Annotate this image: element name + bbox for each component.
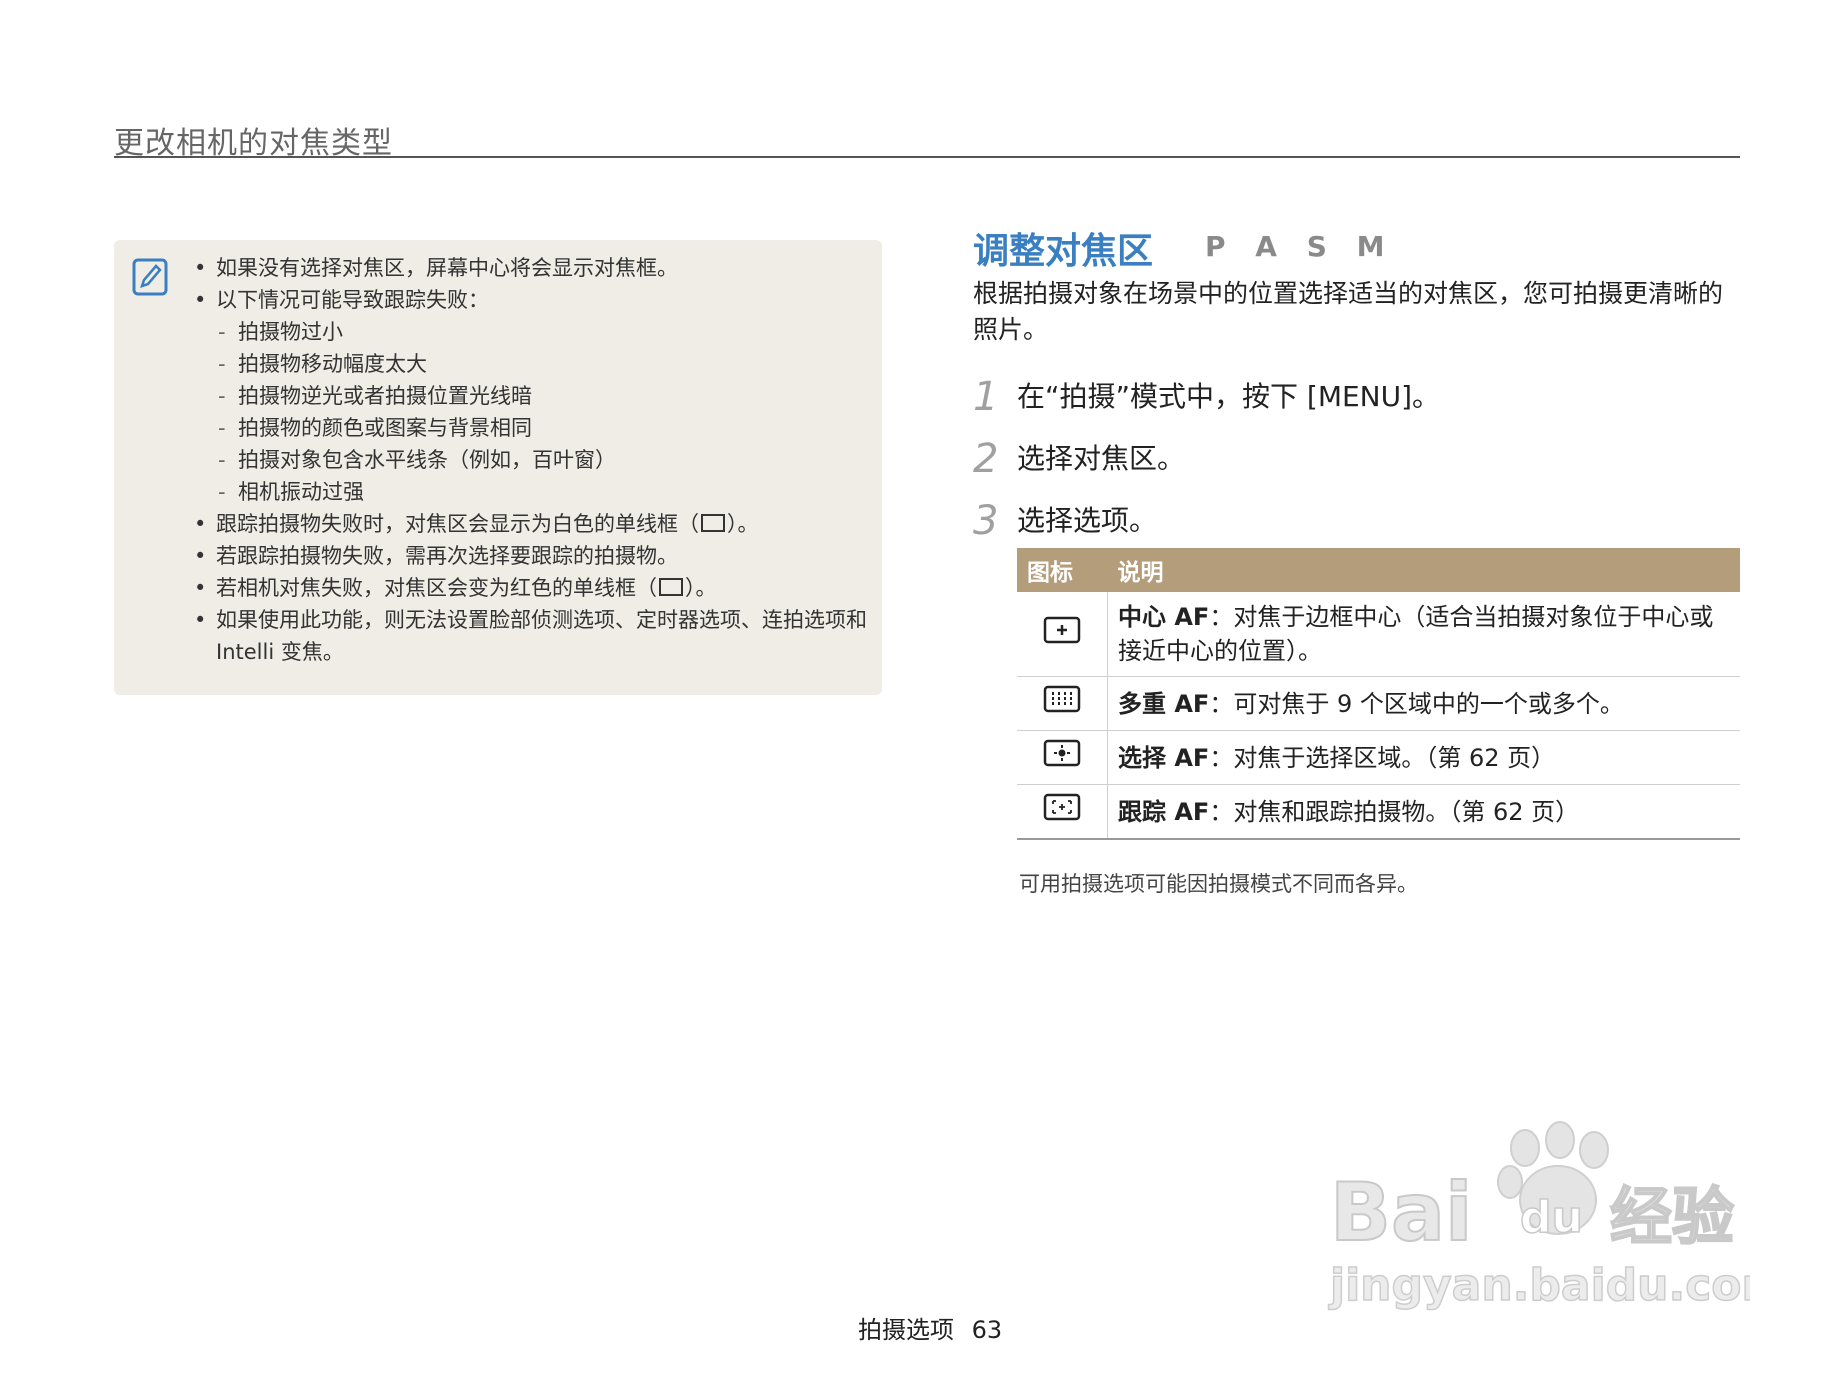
single-frame-icon	[701, 514, 725, 532]
baidu-watermark-logo: Bai du 经验 jingyan.baidu.com	[1327, 1121, 1750, 1312]
table-footnote: 可用拍摄选项可能因拍摄模式不同而各异。	[1019, 872, 1418, 896]
option-term: 跟踪 AF	[1118, 797, 1210, 826]
note-text: 若相机对焦失败，对焦区会变为红色的单线框（	[216, 576, 657, 600]
step-1: 1 在“拍摄”模式中，按下 [MENU]。	[973, 374, 1743, 420]
option-desc: ：对焦和跟踪拍摄物。（第 62 页）	[1209, 797, 1580, 826]
table-header-row: 图标 说明	[1017, 548, 1740, 592]
page-footer: 拍摄选项 63	[858, 1310, 1002, 1345]
footer-section: 拍摄选项	[858, 1316, 954, 1344]
svg-text:经验: 经验	[1610, 1180, 1734, 1253]
multi-af-icon	[1043, 685, 1081, 713]
note-subitem: 拍摄物的颜色或图案与背景相同	[194, 412, 874, 444]
center-af-icon	[1043, 616, 1081, 643]
footer-page-number: 63	[971, 1316, 1003, 1344]
section-intro: 根据拍摄对象在场景中的位置选择适当的对焦区，您可拍摄更清晰的照片。	[973, 279, 1724, 344]
table-row: 中心 AF：对焦于边框中心（适合当拍摄对象位于中心或接近中心的位置）。	[1017, 592, 1740, 677]
step-2: 2 选择对焦区。	[973, 436, 1743, 482]
note-item: 如果没有选择对焦区，屏幕中心将会显示对焦框。	[194, 252, 874, 284]
option-desc: ：对焦于选择区域。（第 62 页）	[1209, 743, 1556, 772]
note-subitem: 拍摄物移动幅度太大	[194, 348, 874, 380]
note-list: 如果没有选择对焦区，屏幕中心将会显示对焦框。 以下情况可能导致跟踪失败： 拍摄物…	[194, 252, 874, 668]
step-text: 选择选项。	[1017, 504, 1158, 537]
step-text: 选择对焦区。	[1017, 442, 1186, 475]
step-number: 3	[973, 498, 999, 544]
svg-text:du: du	[1520, 1192, 1583, 1243]
option-desc: ：可对焦于 9 个区域中的一个或多个。	[1209, 689, 1624, 718]
note-subitem: 拍摄物逆光或者拍摄位置光线暗	[194, 380, 874, 412]
note-text: 跟踪拍摄物失败时，对焦区会显示为白色的单线框（	[216, 512, 699, 536]
note-subitem: 拍摄对象包含水平线条（例如，百叶窗）	[194, 444, 874, 476]
option-term: 中心 AF	[1118, 603, 1210, 631]
note-item: 跟踪拍摄物失败时，对焦区会显示为白色的单线框（ ）。	[194, 508, 874, 540]
header-desc: 说明	[1107, 548, 1740, 592]
table-row: 多重 AF：可对焦于 9 个区域中的一个或多个。	[1017, 676, 1740, 731]
svg-text:jingyan.baidu.com: jingyan.baidu.com	[1328, 1260, 1750, 1311]
note-text: ）。	[727, 512, 759, 536]
note-box: 如果没有选择对焦区，屏幕中心将会显示对焦框。 以下情况可能导致跟踪失败： 拍摄物…	[114, 240, 882, 695]
selection-af-icon	[1043, 739, 1081, 767]
step-text: 在“拍摄”模式中，按下 [MENU]。	[1017, 380, 1441, 413]
single-frame-icon	[659, 578, 683, 596]
step-number: 1	[973, 374, 999, 420]
header-divider	[114, 156, 1740, 158]
mode-icons: P A S M	[1205, 230, 1395, 263]
note-item: 若相机对焦失败，对焦区会变为红色的单线框（ ）。	[194, 572, 874, 604]
note-subitem: 相机振动过强	[194, 476, 874, 508]
note-pencil-icon	[132, 258, 168, 296]
options-table: 图标 说明 中心 AF：对焦于边框中心（适合当拍摄对象位于中心或接近中心的位置）…	[1017, 548, 1740, 840]
option-term: 多重 AF	[1118, 689, 1210, 718]
table-row: 选择 AF：对焦于选择区域。（第 62 页）	[1017, 730, 1740, 785]
step-3: 3 选择选项。	[973, 498, 1743, 544]
table-row: 跟踪 AF：对焦和跟踪拍摄物。（第 62 页）	[1017, 784, 1740, 840]
note-text: ）。	[685, 576, 717, 600]
section-title: 调整对焦区	[973, 231, 1154, 272]
svg-text:Bai: Bai	[1330, 1166, 1472, 1259]
step-number: 2	[973, 436, 999, 482]
note-item: 若跟踪拍摄物失败，需再次选择要跟踪的拍摄物。	[194, 540, 874, 572]
note-subitem: 拍摄物过小	[194, 316, 874, 348]
header-icon: 图标	[1017, 548, 1108, 592]
option-term: 选择 AF	[1118, 743, 1210, 772]
note-item: 如果使用此功能，则无法设置脸部侦测选项、定时器选项、连拍选项和 Intelli …	[194, 604, 874, 668]
note-item: 以下情况可能导致跟踪失败：	[194, 284, 874, 316]
tracking-af-icon	[1043, 793, 1081, 821]
manual-page: 更改相机的对焦类型 如果没有选择对焦区，屏幕中心将会显示对焦框。 以下情况可能导…	[0, 0, 1848, 1395]
